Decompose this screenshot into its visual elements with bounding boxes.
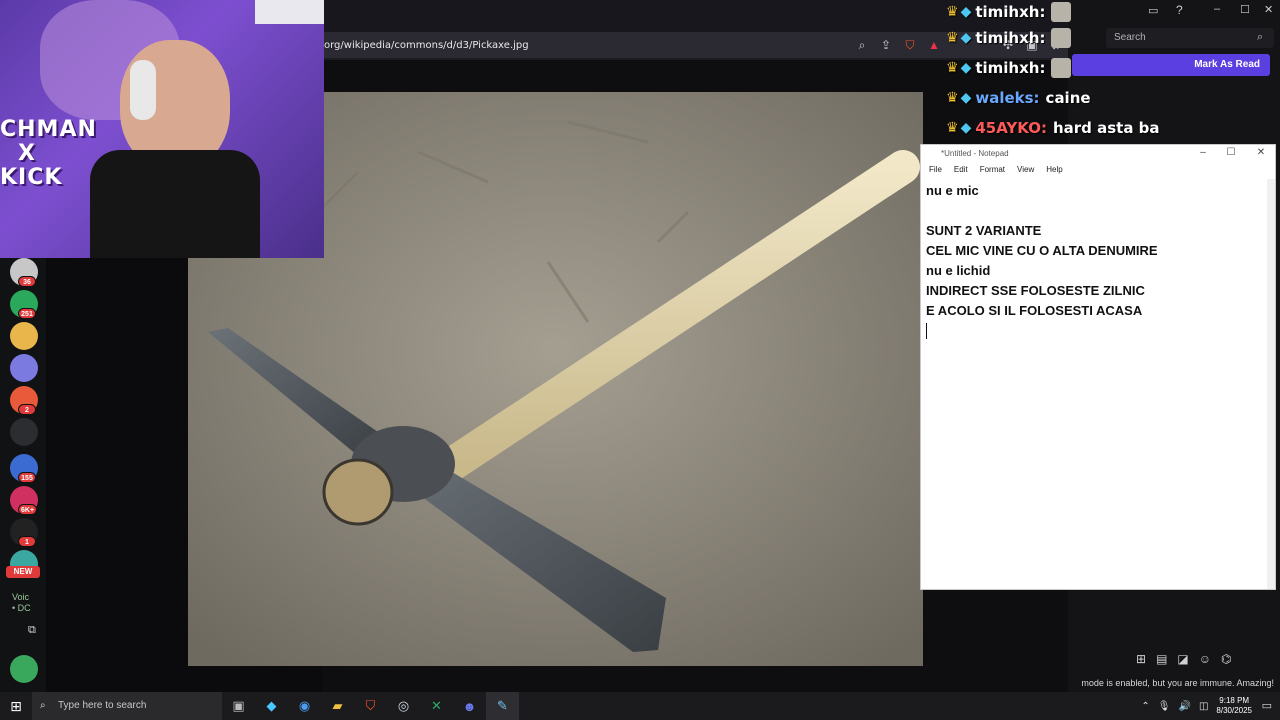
voice-label: Voic — [12, 592, 30, 602]
notepad-taskbar-icon[interactable]: ✎ — [486, 692, 519, 720]
webcam-overlay: CHMAN X KICK — [0, 0, 324, 258]
chat-message: ♛ ◆ timihxh: — [946, 56, 1072, 80]
file-explorer-icon[interactable]: ▰ — [321, 692, 354, 720]
edge-icon[interactable]: ◉ — [288, 692, 321, 720]
clock-time: 9:18 PM — [1219, 696, 1250, 705]
microphone-icon[interactable]: 🎙 — [1158, 701, 1171, 712]
chat-username[interactable]: timihxh: — [975, 3, 1045, 21]
voice-status[interactable]: Voic • DC — [12, 592, 31, 614]
steam-icon[interactable]: ◎ — [387, 692, 420, 720]
xbox-icon[interactable]: ✕ — [420, 692, 453, 720]
search-icon: ⌕ — [40, 700, 46, 711]
game-icon[interactable]: ⌬ — [1221, 652, 1231, 668]
copilot-icon[interactable]: ◆ — [255, 692, 288, 720]
crown-badge-icon: ♛ — [946, 90, 959, 106]
streamer-shirt — [90, 150, 260, 258]
sub-badge-icon: ◆ — [960, 60, 972, 76]
sticker-icon[interactable]: ◪ — [1177, 652, 1188, 668]
server-icon[interactable] — [10, 322, 38, 350]
notepad-editor[interactable] — [922, 181, 1272, 587]
volume-icon[interactable]: 🔊 — [1179, 701, 1191, 712]
notepad-menu-format[interactable]: Format — [980, 165, 1005, 179]
server-badge: 6K+ — [18, 504, 38, 515]
chat-text: hard asta ba — [1052, 119, 1160, 137]
notepad-menu-help[interactable]: Help — [1046, 165, 1062, 179]
notepad-scrollbar[interactable] — [1267, 179, 1275, 589]
gift-icon[interactable]: ⊞ — [1136, 652, 1146, 668]
gif-icon[interactable]: ▤ — [1156, 652, 1167, 668]
np-minimize-icon[interactable]: – — [1195, 147, 1211, 158]
brave-icon[interactable]: ⛉ — [354, 692, 387, 720]
chat-message: ♛ ◆ waleks: caine — [946, 86, 1091, 110]
taskbar-search[interactable]: ⌕ Type here to search — [32, 692, 222, 720]
notepad-menu-edit[interactable]: Edit — [954, 165, 968, 179]
chat-text: caine — [1045, 89, 1091, 107]
crown-badge-icon: ♛ — [946, 120, 959, 136]
sub-badge-icon: ◆ — [960, 4, 972, 20]
server-icon[interactable] — [10, 354, 38, 382]
server-icon[interactable] — [10, 418, 38, 446]
crown-badge-icon: ♛ — [946, 60, 959, 76]
clock-date: 8/30/2025 — [1216, 706, 1252, 715]
chat-overlay: ♛ ◆ timihxh: ♛ ◆ timihxh: ♛ ◆ timihxh: ♛ ◆ waleks: c… — [942, 0, 1280, 167]
chat-username[interactable]: waleks: — [975, 89, 1039, 107]
system-tray: ⌃ 🎙 🔊 ◫ 9:18 PM 8/30/2025 — [1141, 692, 1252, 720]
screen-share-icon[interactable]: ⧉ — [28, 624, 44, 640]
headphone-icon — [130, 60, 156, 120]
immune-message: mode is enabled, but you are immune. Ama… — [1081, 678, 1274, 688]
sub-badge-icon: ◆ — [960, 120, 972, 136]
server-badge: 2 — [18, 404, 36, 415]
clock[interactable]: 9:18 PM 8/30/2025 — [1216, 696, 1252, 716]
notepad-window: *Untitled - Notepad – ☐ ✕ File Edit Format… — [920, 144, 1276, 590]
notification-icon[interactable]: ▭ — [1262, 699, 1272, 712]
notepad-menu-file[interactable]: File — [929, 165, 942, 179]
server-badge: 155 — [18, 472, 36, 483]
zoom-icon[interactable]: ⌕ — [850, 38, 874, 53]
server-badge: 1 — [18, 536, 36, 547]
notepad-menu-view[interactable]: View — [1017, 165, 1034, 179]
chat-username[interactable]: 45AYKO: — [975, 119, 1047, 137]
sub-badge-icon: ◆ — [960, 30, 972, 46]
ac-unit — [255, 0, 324, 24]
brave-shield-icon[interactable]: ⛉ — [898, 38, 922, 53]
server-badge: 251 — [18, 308, 36, 319]
new-badge: NEW — [6, 566, 40, 578]
windows-start-icon[interactable]: ⊞ — [0, 698, 32, 715]
emoji-icon[interactable]: ☺ — [1199, 652, 1211, 668]
chat-username[interactable]: timihxh: — [975, 59, 1045, 77]
chat-emote — [1051, 58, 1072, 78]
chat-emote — [1051, 28, 1072, 48]
task-view-icon[interactable]: ▣ — [222, 692, 255, 720]
taskbar-search-placeholder: Type here to search — [58, 700, 147, 711]
share-icon[interactable]: ⇪ — [874, 38, 898, 52]
discord-icon[interactable]: ☻ — [453, 692, 486, 720]
crown-badge-icon: ♛ — [946, 30, 959, 46]
voice-sub: • DC — [12, 603, 31, 613]
chat-emote — [1051, 2, 1072, 22]
chat-message: ♛ ◆ timihxh: — [946, 26, 1072, 50]
sub-badge-icon: ◆ — [960, 90, 972, 106]
url-text[interactable]: org/wikipedia/commons/d/d3/Pickaxe.jpg — [324, 40, 850, 51]
chat-message: ♛ ◆ timihxh: — [946, 0, 1072, 24]
chat-username[interactable]: timihxh: — [975, 29, 1045, 47]
network-icon[interactable]: ◫ — [1199, 701, 1208, 712]
taskbar: ⊞ ⌕ Type here to search ▣ ◆ ◉ ▰ ⛉ ◎ ✕ ☻ … — [0, 692, 1280, 720]
crown-badge-icon: ♛ — [946, 4, 959, 20]
panel-toolbar: ⊞ ▤ ◪ ☺ ⌬ — [1136, 652, 1272, 668]
server-badge: 36 — [18, 276, 36, 287]
chevron-up-icon[interactable]: ⌃ — [1141, 701, 1149, 712]
chat-message: ♛ ◆ 45AYKO: hard asta ba — [946, 116, 1160, 140]
user-avatar[interactable] — [10, 655, 38, 683]
notepad-menu: File Edit Format View Help — [921, 165, 1275, 179]
np-close-icon[interactable]: ✕ — [1253, 147, 1269, 158]
notepad-title: *Untitled - Notepad — [921, 145, 1275, 163]
np-maximize-icon[interactable]: ☐ — [1223, 147, 1239, 158]
overlay-text: CHMAN X KICK — [0, 117, 97, 190]
